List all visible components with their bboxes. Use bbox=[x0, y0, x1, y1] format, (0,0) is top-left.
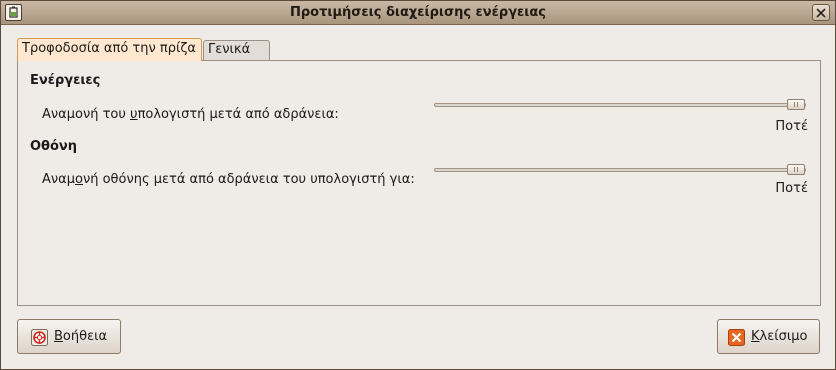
tab-ac-power[interactable]: Τροφοδοσία από την πρίζα bbox=[17, 38, 202, 61]
tab-panel-ac-power: Ενέργειες Αναμονή του υπολογιστή μετά απ… bbox=[17, 60, 821, 306]
display-sleep-value: Ποτέ bbox=[775, 181, 808, 196]
window-title: Προτιμήσεις διαχείρισης ενέργειας bbox=[290, 5, 546, 20]
window-close-icon[interactable] bbox=[812, 4, 830, 21]
computer-sleep-value: Ποτέ bbox=[775, 119, 808, 134]
computer-sleep-label: Αναμονή του υπολογιστή μετά από αδράνεια… bbox=[42, 107, 339, 122]
computer-sleep-slider-handle[interactable] bbox=[787, 99, 805, 110]
display-sleep-slider[interactable] bbox=[434, 168, 806, 172]
close-button[interactable]: Κλείσιμο bbox=[717, 319, 820, 354]
display-sleep-slider-handle[interactable] bbox=[787, 164, 805, 175]
power-preferences-window: Προτιμήσεις διαχείρισης ενέργειας Τροφοδ… bbox=[0, 0, 836, 370]
help-button-label: Βοήθεια bbox=[54, 329, 108, 344]
display-heading: Οθόνη bbox=[30, 139, 78, 154]
actions-heading: Ενέργειες bbox=[30, 73, 101, 88]
help-button[interactable]: Βοήθεια bbox=[17, 319, 121, 354]
close-x-icon bbox=[728, 329, 745, 346]
help-lifebuoy-icon bbox=[31, 329, 48, 346]
close-button-label: Κλείσιμο bbox=[751, 329, 808, 344]
display-sleep-label: Αναμονή οθόνης μετά από αδράνεια του υπο… bbox=[42, 172, 415, 187]
title-bar[interactable]: Προτιμήσεις διαχείρισης ενέργειας bbox=[1, 1, 835, 25]
tab-general[interactable]: Γενικά bbox=[203, 40, 270, 60]
computer-sleep-slider[interactable] bbox=[434, 103, 806, 107]
